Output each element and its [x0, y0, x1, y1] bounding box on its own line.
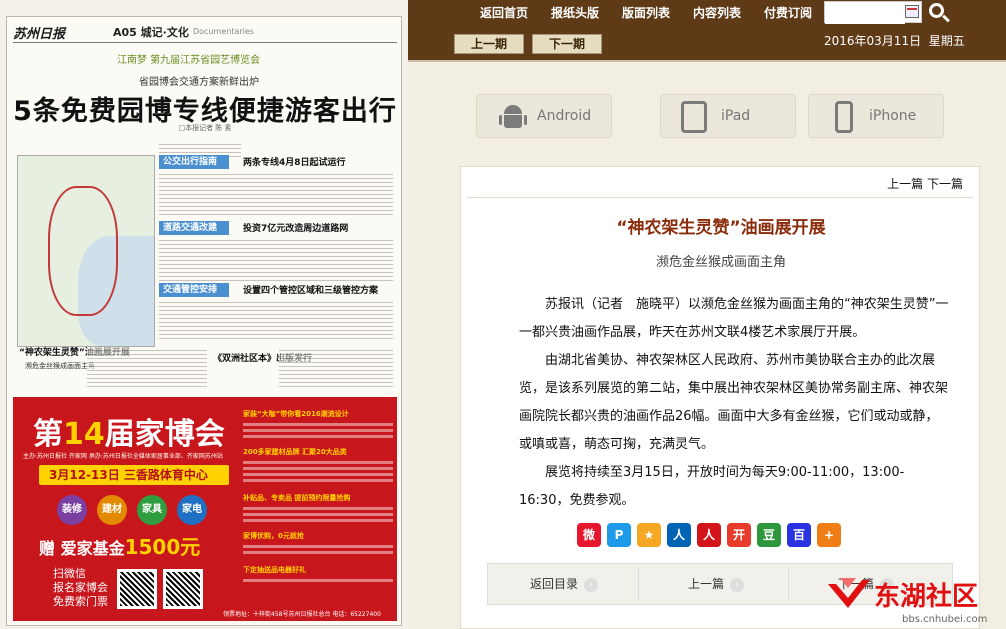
newspaper-sheet: 苏州日报 A05 城记·文化 Documentaries 江南梦 第九届江苏省园…: [6, 16, 402, 626]
android-button[interactable]: Android: [476, 94, 612, 138]
nav-home[interactable]: 返回首页: [480, 4, 528, 21]
article-next-link[interactable]: 下一篇: [927, 177, 963, 191]
ad-feature-header: 下定抽送品电器好礼: [243, 566, 306, 574]
ad-feature-list: 家装“大咖”带你看2016潮流设计 200多家建材品牌 汇聚20大品类 补贴品、…: [243, 409, 393, 595]
baidu-share-icon[interactable]: 百: [787, 523, 811, 547]
ad-circle: 家电: [177, 495, 207, 525]
android-icon: [499, 103, 527, 131]
newspaper-text-block: [279, 347, 393, 387]
qr-code-icon: [117, 569, 157, 609]
article-prev-link[interactable]: 上一篇: [887, 177, 923, 191]
more-share-icon[interactable]: +: [817, 523, 841, 547]
qr-code-icon: [163, 569, 203, 609]
newspaper-section-tag: 公交出行指南: [159, 155, 229, 169]
android-label: Android: [537, 108, 592, 124]
newspaper-subhead: 两条专线4月8日起试运行: [243, 158, 346, 168]
newspaper-page-label-en: Documentaries: [193, 27, 254, 36]
chevron-right-icon: ›: [730, 577, 745, 592]
article-top-nav: 上一篇 下一篇: [887, 175, 963, 192]
nav-front-page[interactable]: 报纸头版: [551, 4, 599, 21]
newspaper-logo: 苏州日报: [13, 27, 66, 42]
article-paragraph: 由湖北省美协、神农架林区人民政府、苏州市美协联合主办的此次展览，是该系列展览的第…: [519, 353, 949, 452]
article-title: “神农架生灵赞”油画展开展: [616, 218, 826, 238]
article-panel: 上一篇 下一篇 “神农架生灵赞”油画展开展 濒危金丝猴成画面主角 苏报讯（记者 …: [460, 166, 980, 629]
kaixin-share-icon[interactable]: 开: [727, 523, 751, 547]
newspaper-subhead: 投资7亿元改造周边道路网: [243, 224, 349, 234]
iphone-icon: [835, 101, 853, 133]
iphone-label: iPhone: [869, 108, 917, 124]
ad-scan-text: 扫微信 报名家博会 免费索门票: [53, 567, 108, 608]
newspaper-section-tag: 道路交通改建: [159, 221, 229, 235]
issue-date: 2016年03月11日 星期五: [824, 34, 965, 48]
nav-subscribe[interactable]: 付费订阅: [764, 4, 812, 21]
prev-issue-button[interactable]: 上一期: [454, 34, 524, 54]
newspaper-page-image[interactable]: 苏州日报 A05 城记·文化 Documentaries 江南梦 第九届江苏省园…: [0, 0, 408, 629]
watermark-url: bbs.cnhubei.com: [902, 614, 988, 625]
qzone-share-icon[interactable]: P: [607, 523, 631, 547]
ad-circle: 建材: [97, 495, 127, 525]
article-subtitle: 濒危金丝猴成画面主角: [655, 255, 786, 270]
divider: [467, 197, 973, 198]
ipad-label: iPad: [721, 108, 751, 124]
qq-star-share-icon[interactable]: ★: [637, 523, 661, 547]
nav-page-list[interactable]: 版面列表: [622, 4, 670, 21]
newspaper-kicker: 省园博会交通方案新鲜出炉: [139, 77, 259, 88]
ad-title: 第14届家博会: [33, 417, 225, 452]
people-share-icon[interactable]: 人: [697, 523, 721, 547]
renren-share-icon[interactable]: 人: [667, 523, 691, 547]
top-navigation: 返回首页 报纸头版 版面列表 内容列表 付费订阅 上一期 下一期 2016年03…: [408, 0, 1006, 62]
newspaper-side-subtitle: 濒危金丝猴成画面主角: [25, 362, 95, 370]
newspaper-section-tag: 交通管控安排: [159, 283, 229, 297]
newspaper-route-map: [17, 155, 155, 347]
ad-feature-header: 补贴品、专卖品 提前预约限量抢购: [243, 494, 351, 502]
calendar-icon[interactable]: [905, 5, 919, 18]
next-issue-button[interactable]: 下一期: [532, 34, 602, 54]
search-icon[interactable]: [928, 2, 950, 24]
back-to-list-link[interactable]: 返回目录 ›: [530, 564, 599, 604]
ad-footer: 领票地址：十梓街458号苏州日报社总台 电话：65227400: [223, 611, 381, 618]
ipad-icon: [681, 101, 707, 133]
article-body: 苏报讯（记者 施晓平）以濒危金丝猴为画面主角的“神农架生灵赞”一一都兴贵油画作品…: [519, 291, 951, 515]
watermark-text: 东湖社区: [874, 582, 979, 612]
watermark-logo-icon: [828, 578, 870, 608]
search-box: [824, 1, 922, 24]
newspaper-text-block: [159, 171, 393, 217]
ad-circle: 家具: [137, 495, 167, 525]
ad-feature-header: 200多家建材品牌 汇聚20大品类: [243, 448, 347, 456]
chevron-right-icon: ›: [584, 577, 599, 592]
newspaper-text-block: [159, 237, 393, 281]
article-paragraph: 展览将持续至3月15日，开放时间为每天9:00-11:00，13:00-16:3…: [519, 465, 905, 508]
ad-subtitle: 主办:苏州日报社 齐家网 承办:苏州日报社全媒体家居事业部、齐家网苏州站: [23, 453, 223, 460]
newspaper-masthead: 苏州日报 A05 城记·文化 Documentaries: [13, 21, 397, 43]
map-route: [48, 186, 118, 316]
search-input[interactable]: [825, 3, 905, 24]
newspaper-byline: □本报记者 陈 素: [178, 124, 232, 132]
iphone-button[interactable]: iPhone: [808, 94, 944, 138]
weibo-share-icon[interactable]: 微: [577, 523, 601, 547]
newspaper-advertisement: 第14届家博会 主办:苏州日报社 齐家网 承办:苏州日报社全媒体家居事业部、齐家…: [13, 397, 397, 621]
douban-share-icon[interactable]: 豆: [757, 523, 781, 547]
newspaper-text-block: [87, 347, 207, 387]
ad-circle: 装修: [57, 495, 87, 525]
newspaper-banner: 江南梦 第九届江苏省园艺博览会: [117, 55, 261, 66]
nav-content-list[interactable]: 内容列表: [693, 4, 741, 21]
ad-fund: 赠 爱家基金1500元: [39, 535, 201, 559]
site-watermark: 东湖社区 bbs.cnhubei.com: [826, 574, 1006, 629]
newspaper-page-label: A05 城记·文化: [113, 26, 189, 39]
ad-date: 3月12-13日 三香路体育中心: [39, 465, 229, 485]
ad-feature-header: 家博优购，0元就抢: [243, 532, 304, 540]
right-panel: 返回首页 报纸头版 版面列表 内容列表 付费订阅 上一期 下一期 2016年03…: [408, 0, 1006, 629]
ad-feature-header: 家装“大咖”带你看2016潮流设计: [243, 410, 349, 418]
bottom-prev-link[interactable]: 上一篇 ›: [688, 564, 745, 604]
newspaper-text-block: [159, 299, 393, 339]
article-paragraph: 苏报讯（记者 施晓平）以濒危金丝猴为画面主角的“神农架生灵赞”一一都兴贵油画作品…: [519, 297, 949, 340]
newspaper-subhead: 设置四个管控区域和三级管控方案: [243, 286, 379, 296]
ipad-button[interactable]: iPad: [660, 94, 796, 138]
